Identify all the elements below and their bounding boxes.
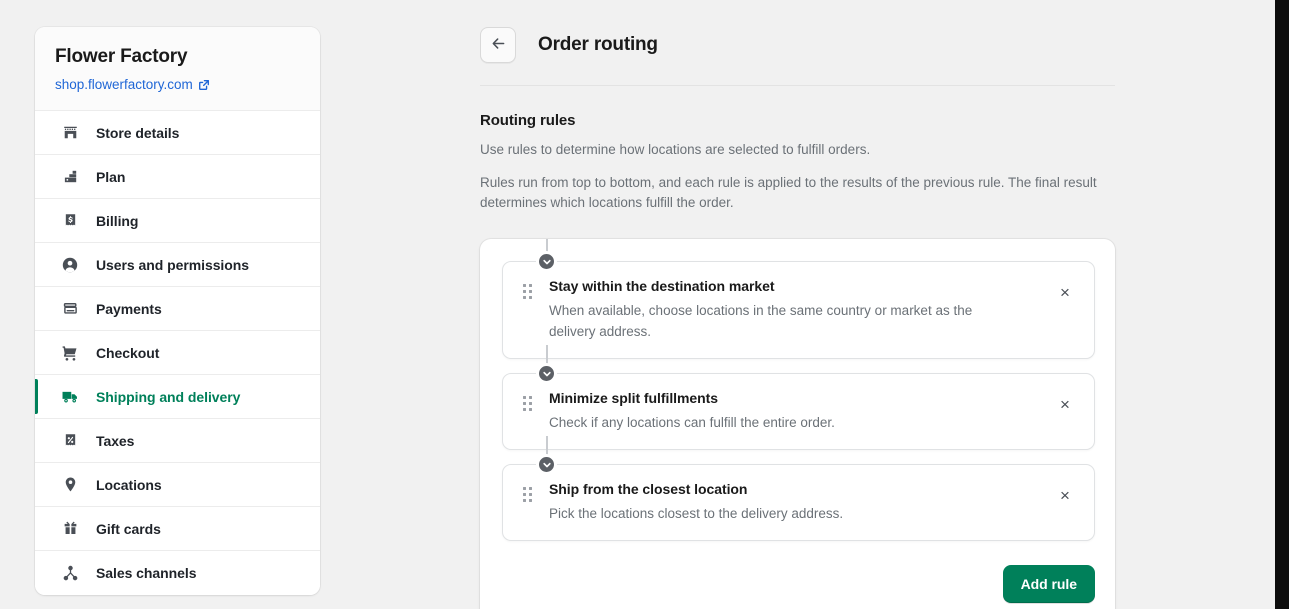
rule-description: When available, choose locations in the … [549, 303, 973, 339]
settings-nav: Store details Plan Billing Users and per… [35, 110, 320, 595]
chevron-down-icon[interactable] [536, 251, 557, 272]
rule-item[interactable]: Stay within the destination market When … [502, 251, 1095, 359]
sidebar-item-label: Payments [96, 300, 162, 317]
stairs-icon [60, 167, 80, 187]
sidebar-item-label: Users and permissions [96, 256, 250, 273]
back-button[interactable] [480, 27, 516, 63]
app-root: Flower Factory shop.flowerfactory.com St… [0, 0, 1289, 609]
delivery-truck-icon [60, 387, 80, 407]
rule-title: Ship from the closest location [549, 481, 748, 497]
channels-icon [60, 563, 80, 583]
sidebar-item-plan[interactable]: Plan [35, 155, 320, 199]
rule-text: Ship from the closest location Pick the … [549, 479, 1052, 524]
routing-rules-section: Routing rules Use rules to determine how… [480, 86, 1115, 609]
drag-handle-icon[interactable] [517, 281, 537, 301]
rule-title: Minimize split fulfillments [549, 390, 718, 406]
storefront-icon [60, 123, 80, 143]
shopping-cart-icon [60, 343, 80, 363]
sidebar-item-sales-channels[interactable]: Sales channels [35, 551, 320, 595]
drag-handle-icon[interactable] [517, 484, 537, 504]
rule-text: Minimize split fulfillments Check if any… [549, 388, 1052, 433]
drag-handle-icon[interactable] [517, 393, 537, 413]
rule-item[interactable]: Ship from the closest location Pick the … [502, 454, 1095, 541]
sidebar-item-checkout[interactable]: Checkout [35, 331, 320, 375]
right-edge-gutter [1275, 0, 1289, 609]
sidebar-item-label: Plan [96, 168, 126, 185]
chevron-down-icon[interactable] [536, 363, 557, 384]
rule-wrapper: Minimize split fulfillments Check if any… [502, 345, 1095, 450]
payment-card-icon [60, 299, 80, 319]
sidebar-item-label: Store details [96, 124, 180, 141]
sidebar-item-label: Gift cards [96, 520, 161, 537]
sidebar-item-label: Checkout [96, 344, 160, 361]
chevron-down-icon[interactable] [536, 454, 557, 475]
add-rule-button[interactable]: Add rule [1002, 565, 1095, 603]
store-url-link[interactable]: shop.flowerfactory.com [55, 76, 193, 94]
card-footer: Add rule [502, 555, 1095, 603]
sidebar-item-locations[interactable]: Locations [35, 463, 320, 507]
receipt-dollar-icon [60, 211, 80, 231]
rule-description: Pick the locations closest to the delive… [549, 506, 844, 521]
sidebar-item-label: Shipping and delivery [96, 388, 241, 405]
store-name: Flower Factory [55, 46, 188, 67]
settings-sidebar: Flower Factory shop.flowerfactory.com St… [35, 27, 320, 595]
arrow-left-icon [490, 35, 507, 55]
rule-wrapper: Stay within the destination market When … [502, 239, 1095, 359]
section-title: Routing rules [480, 112, 576, 129]
sidebar-item-store-details[interactable]: Store details [35, 111, 320, 155]
rule-text: Stay within the destination market When … [549, 276, 1052, 342]
sidebar-item-label: Sales channels [96, 565, 197, 581]
sidebar-item-payments[interactable]: Payments [35, 287, 320, 331]
rules-list: Stay within the destination market When … [502, 239, 1095, 541]
routing-rules-card: Stay within the destination market When … [480, 239, 1115, 609]
receipt-percent-icon [60, 431, 80, 451]
remove-rule-button[interactable]: × [1052, 279, 1078, 305]
sidebar-item-label: Locations [96, 476, 162, 493]
rule-title: Stay within the destination market [549, 278, 775, 294]
sidebar-item-users-and-permissions[interactable]: Users and permissions [35, 243, 320, 287]
page-header: Order routing [480, 27, 1115, 86]
store-header: Flower Factory shop.flowerfactory.com [35, 27, 320, 110]
sidebar-item-label: Taxes [96, 432, 135, 449]
sidebar-item-shipping-and-delivery[interactable]: Shipping and delivery [35, 375, 320, 419]
remove-rule-button[interactable]: × [1052, 391, 1078, 417]
rule-wrapper: Ship from the closest location Pick the … [502, 436, 1095, 541]
map-pin-icon [60, 475, 80, 495]
page-title: Order routing [538, 34, 658, 55]
remove-rule-button[interactable]: × [1052, 482, 1078, 508]
external-link-icon [198, 79, 210, 91]
sidebar-item-taxes[interactable]: Taxes [35, 419, 320, 463]
rule-item[interactable]: Minimize split fulfillments Check if any… [502, 363, 1095, 450]
section-description-1: Use rules to determine how locations are… [480, 142, 871, 157]
rule-description: Check if any locations can fulfill the e… [549, 415, 835, 430]
sidebar-item-gift-cards[interactable]: Gift cards [35, 507, 320, 551]
sidebar-item-billing[interactable]: Billing [35, 199, 320, 243]
main-content: Order routing Routing rules Use rules to… [480, 27, 1115, 609]
sidebar-item-label: Billing [96, 212, 139, 229]
section-description-2: Rules run from top to bottom, and each r… [480, 175, 1097, 210]
gift-icon [60, 519, 80, 539]
user-circle-icon [60, 255, 80, 275]
store-url-row: shop.flowerfactory.com [55, 76, 300, 94]
